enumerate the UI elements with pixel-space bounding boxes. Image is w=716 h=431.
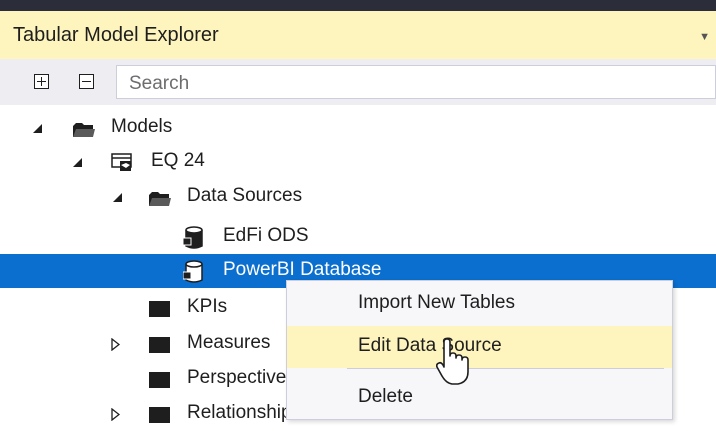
tree-label: Measures xyxy=(187,332,271,353)
expand-all-button[interactable] xyxy=(34,74,49,89)
folder-icon xyxy=(149,372,170,388)
collapsed-arrow-icon[interactable] xyxy=(111,408,120,421)
tree-label: Data Sources xyxy=(187,185,303,206)
tree-item-data-source[interactable]: EdFi ODS xyxy=(0,220,716,254)
context-menu: Import New Tables Edit Data Source Delet… xyxy=(286,280,673,420)
database-icon xyxy=(183,260,203,283)
model-icon xyxy=(111,153,132,171)
folder-icon xyxy=(149,337,170,353)
open-folder-icon xyxy=(149,192,171,206)
search-input[interactable]: Search xyxy=(116,65,716,99)
menu-item-edit-data-source[interactable]: Edit Data Source xyxy=(287,326,672,368)
tree-item-model[interactable]: EQ 24 xyxy=(0,145,716,179)
expanded-arrow-icon[interactable] xyxy=(73,158,83,168)
menu-item-label: Import New Tables xyxy=(358,292,515,313)
database-icon xyxy=(183,226,203,249)
collapsed-arrow-icon[interactable] xyxy=(111,338,120,351)
tree-label: EQ 24 xyxy=(151,150,205,171)
menu-item-import-new-tables[interactable]: Import New Tables xyxy=(287,283,672,325)
tree-item-models[interactable]: Models xyxy=(0,111,716,145)
open-folder-icon xyxy=(73,123,95,137)
expanded-arrow-icon[interactable] xyxy=(113,193,123,203)
panel-dropdown-icon[interactable]: ▼ xyxy=(699,31,710,43)
search-placeholder: Search xyxy=(129,73,190,94)
panel-title: Tabular Model Explorer xyxy=(13,23,219,46)
tree-label: Models xyxy=(111,116,173,137)
folder-icon xyxy=(149,301,170,317)
tree-label: KPIs xyxy=(187,296,228,317)
panel-title-bar[interactable]: Tabular Model Explorer ▼ xyxy=(0,11,716,59)
tree-label: Relationships xyxy=(187,402,302,423)
menu-separator xyxy=(347,368,664,369)
menu-item-delete[interactable]: Delete xyxy=(287,377,672,419)
pointer-cursor-icon xyxy=(436,338,469,385)
menu-item-label: Delete xyxy=(358,386,413,407)
tree-item-data-sources[interactable]: Data Sources xyxy=(0,180,716,214)
collapse-all-button[interactable] xyxy=(79,74,94,89)
menu-item-label: Edit Data Source xyxy=(358,335,502,356)
folder-icon xyxy=(149,407,170,423)
explorer-toolbar: Search xyxy=(0,59,716,105)
tree-label: EdFi ODS xyxy=(223,225,309,246)
expanded-arrow-icon[interactable] xyxy=(33,124,43,134)
tree-label: PowerBI Database xyxy=(223,259,382,280)
tree-label: Perspectives xyxy=(187,367,296,388)
window-top-edge xyxy=(0,0,716,11)
